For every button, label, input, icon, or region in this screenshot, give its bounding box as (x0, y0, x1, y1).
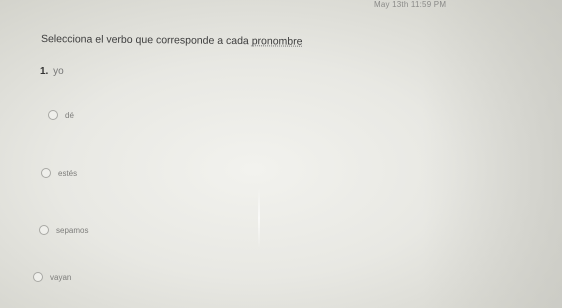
radio-button[interactable] (39, 225, 49, 235)
question-1: 1. yo (40, 66, 64, 77)
radio-button[interactable] (41, 168, 51, 178)
option-estes[interactable]: estés (41, 168, 77, 178)
radio-button[interactable] (48, 110, 58, 120)
question-pronoun: yo (53, 66, 64, 77)
option-label: sepamos (56, 225, 89, 235)
option-de[interactable]: dé (48, 110, 74, 120)
option-label: estés (58, 168, 78, 178)
timestamp: May 13th 11:59 PM (374, 0, 447, 9)
radio-button[interactable] (33, 272, 43, 282)
option-vayan[interactable]: vayan (33, 272, 71, 282)
instruction-emphasis: pronombre (251, 35, 303, 48)
screen-glare (258, 188, 260, 248)
question-number: 1. (40, 66, 49, 77)
photo-shading (422, 0, 562, 308)
option-sepamos[interactable]: sepamos (39, 225, 88, 235)
option-label: dé (65, 110, 74, 120)
instruction-prefix: Selecciona el verbo que corresponde a ca… (40, 33, 252, 48)
instruction-text: Selecciona el verbo que corresponde a ca… (41, 33, 303, 48)
option-label: vayan (50, 272, 72, 282)
